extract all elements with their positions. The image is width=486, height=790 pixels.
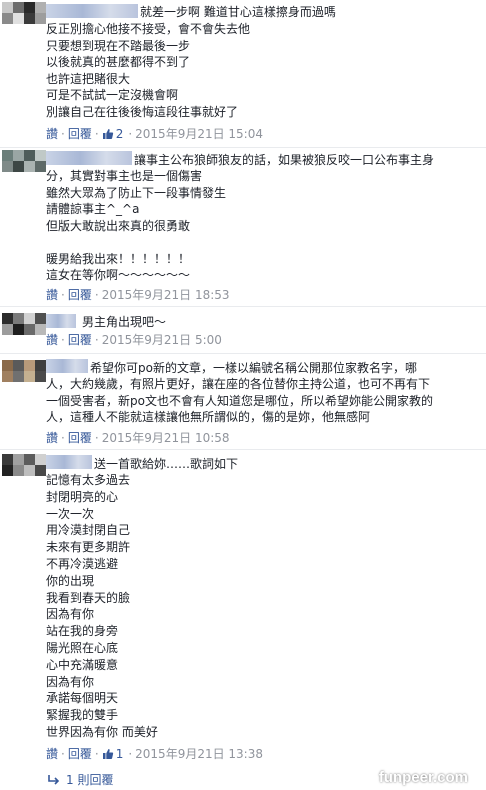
comment-line <box>46 234 482 251</box>
comment-line: 別讓自己在往後後悔這段往事就好了 <box>46 104 239 119</box>
comment-first-line: 送一首歌給妳……歌詞如下 <box>94 457 239 471</box>
timestamp[interactable]: 2015年9月21日 10:58 <box>102 431 230 445</box>
comment-line: 世界因為有你 而美好 <box>46 724 158 739</box>
comment-body: 分，其實對事主也是一個傷害 雖然大眾為了防止下一段事情發生 請體諒事主^_^a … <box>46 168 482 284</box>
like-count[interactable]: 1 <box>116 747 124 761</box>
like-link[interactable]: 讚 <box>46 431 58 445</box>
thumbs-up-icon[interactable] <box>102 748 114 760</box>
comment-first-line: 就差一步啊 難道甘心這樣擦身而過嗎 <box>140 5 336 19</box>
reply-link[interactable]: 回覆 <box>68 127 92 141</box>
commenter-name-pixelated[interactable] <box>46 455 92 469</box>
comment-actions: 讚 · 回覆 · 2015年9月21日 18:53 <box>46 288 230 302</box>
view-replies-link[interactable]: 1 則回覆 <box>48 771 113 788</box>
replies-count[interactable]: 1 則回覆 <box>66 773 113 787</box>
avatar[interactable] <box>2 454 46 476</box>
reply-link[interactable]: 回覆 <box>68 288 92 302</box>
comment-line: 你的出現 <box>46 573 95 588</box>
comment-line: 承諾每個明天 <box>46 691 119 706</box>
comment-actions: 讚 · 回覆 · 2015年9月21日 5:00 <box>46 333 222 347</box>
comment-line: 陽光照在心底 <box>46 640 119 655</box>
comment-line: 可是不試試一定沒機會啊 <box>46 88 179 102</box>
comment-first-line: 男主角出現吧～ <box>82 315 167 329</box>
comment-line: 未來有更多期許 <box>46 540 131 555</box>
avatar[interactable] <box>2 150 46 172</box>
divider <box>0 147 486 148</box>
comment-line: 因為有你 <box>46 607 95 622</box>
comment-line: 以後就真的甚麼都得不到了 <box>46 55 191 69</box>
reply-link[interactable]: 回覆 <box>68 333 92 347</box>
comment-line: 記憶有太多過去 <box>46 473 131 487</box>
avatar[interactable] <box>2 313 46 335</box>
timestamp[interactable]: 2015年9月21日 13:38 <box>135 747 263 761</box>
comment-body: 反正別擔心他接不接受，會不會失去他 只要想到現在不踏最後一步 以後就真的甚麼都得… <box>46 21 482 120</box>
comment-line: 分，其實對事主也是一個傷害 <box>46 169 203 183</box>
comment-actions: 讚 · 回覆 · 2015年9月21日 10:58 <box>46 431 230 445</box>
comment-line: 站在我的身旁 <box>46 624 119 639</box>
reply-link[interactable]: 回覆 <box>68 747 92 761</box>
comment-line: 一次一次 <box>46 506 95 521</box>
commenter-name-pixelated[interactable] <box>46 151 132 165</box>
timestamp[interactable]: 2015年9月21日 18:53 <box>102 288 230 302</box>
comment-line: 也許這把賭很大 <box>46 71 131 86</box>
comment-line: 因為有你 <box>46 674 95 689</box>
comment-first-line: 希望你可po新的文章，一樣以編號名稱公開那位家教名字，哪 <box>90 361 417 375</box>
comment-first-line: 讓事主公布狼師狼友的話，如果被狼反咬一口公布事主身 <box>134 153 435 167</box>
timestamp[interactable]: 2015年9月21日 15:04 <box>135 127 263 141</box>
divider <box>0 306 486 307</box>
comment-line: 暖男給我出來！！！！！！ <box>46 251 191 266</box>
comment-line: 這女在等你啊～～～～～～ <box>46 268 191 282</box>
comment-line: 反正別擔心他接不接受，會不會失去他 <box>46 22 251 36</box>
reply-arrow-icon <box>48 775 60 785</box>
commenter-name-pixelated[interactable] <box>46 359 88 373</box>
comment-line: 我看到春天的臉 <box>46 590 131 605</box>
comment-line: 封閉明亮的心 <box>46 489 119 504</box>
like-link[interactable]: 讚 <box>46 288 58 302</box>
commenter-name-pixelated[interactable] <box>46 314 76 328</box>
like-link[interactable]: 讚 <box>46 333 58 347</box>
reply-link[interactable]: 回覆 <box>68 431 92 445</box>
comment-line: 只要想到現在不踏最後一步 <box>46 38 191 53</box>
commenter-name-pixelated[interactable] <box>46 4 138 18</box>
comment-line: 不再冷漠逃避 <box>46 556 119 571</box>
comment-line: 緊握我的雙手 <box>46 708 119 723</box>
comment-line: 人，這種人不能就這樣讓他無所謂似的，傷的是妳，他無感阿 <box>46 410 371 424</box>
like-link[interactable]: 讚 <box>46 127 58 141</box>
comment-line: 但版大敢說出來真的很勇敢 <box>46 218 191 233</box>
divider <box>0 353 486 354</box>
comment-line: 人，大約幾歲，有照片更好，讓在座的各位替你主持公道，也可不再有下 <box>46 377 431 391</box>
thumbs-up-icon[interactable] <box>102 128 114 140</box>
comment-line: 一個受害者，新po文也不會有人知道您是哪位，所以希望妳能公開家教的 <box>46 393 433 408</box>
timestamp[interactable]: 2015年9月21日 5:00 <box>102 333 222 347</box>
avatar[interactable] <box>2 2 46 24</box>
comment-body: 記憶有太多過去 封閉明亮的心 一次一次 用冷漠封閉自己 未來有更多期許 不再冷漠… <box>46 472 482 741</box>
watermark-logo: funpeer.com <box>378 769 468 786</box>
comment-line: 雖然大眾為了防止下一段事情發生 <box>46 185 227 200</box>
like-count[interactable]: 2 <box>116 127 124 141</box>
comment-line: 請體諒事主^_^a <box>46 202 140 216</box>
comment-actions: 讚 · 回覆 · 2 · 2015年9月21日 15:04 <box>46 127 263 141</box>
comment-line: 心中充滿暖意 <box>46 657 119 672</box>
comment-actions: 讚 · 回覆 · 1 · 2015年9月21日 13:38 <box>46 747 263 761</box>
like-link[interactable]: 讚 <box>46 747 58 761</box>
avatar[interactable] <box>2 360 46 382</box>
comment-line: 用冷漠封閉自己 <box>46 523 131 538</box>
divider <box>0 449 486 450</box>
comment-body: 人，大約幾歲，有照片更好，讓在座的各位替你主持公道，也可不再有下 一個受害者，新… <box>46 376 482 426</box>
